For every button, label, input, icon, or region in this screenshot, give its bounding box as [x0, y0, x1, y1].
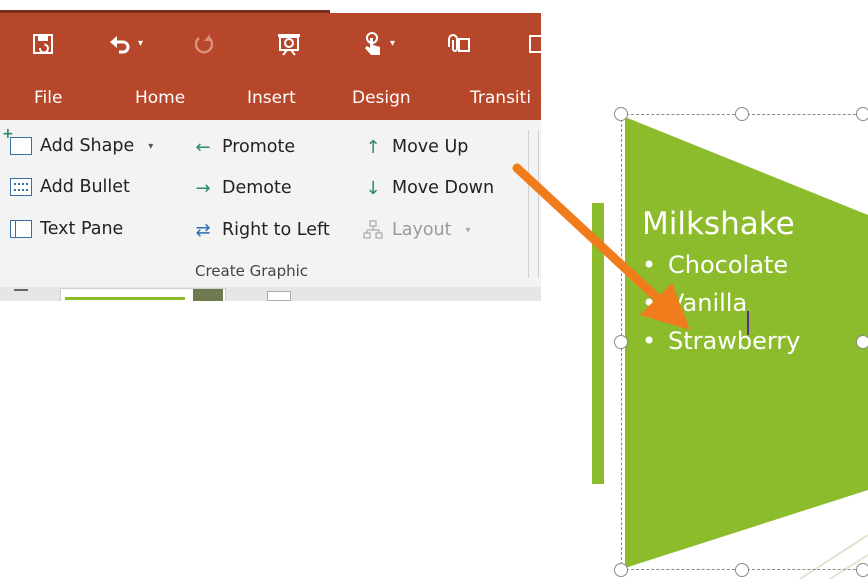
- annotation-arrow: [512, 163, 690, 330]
